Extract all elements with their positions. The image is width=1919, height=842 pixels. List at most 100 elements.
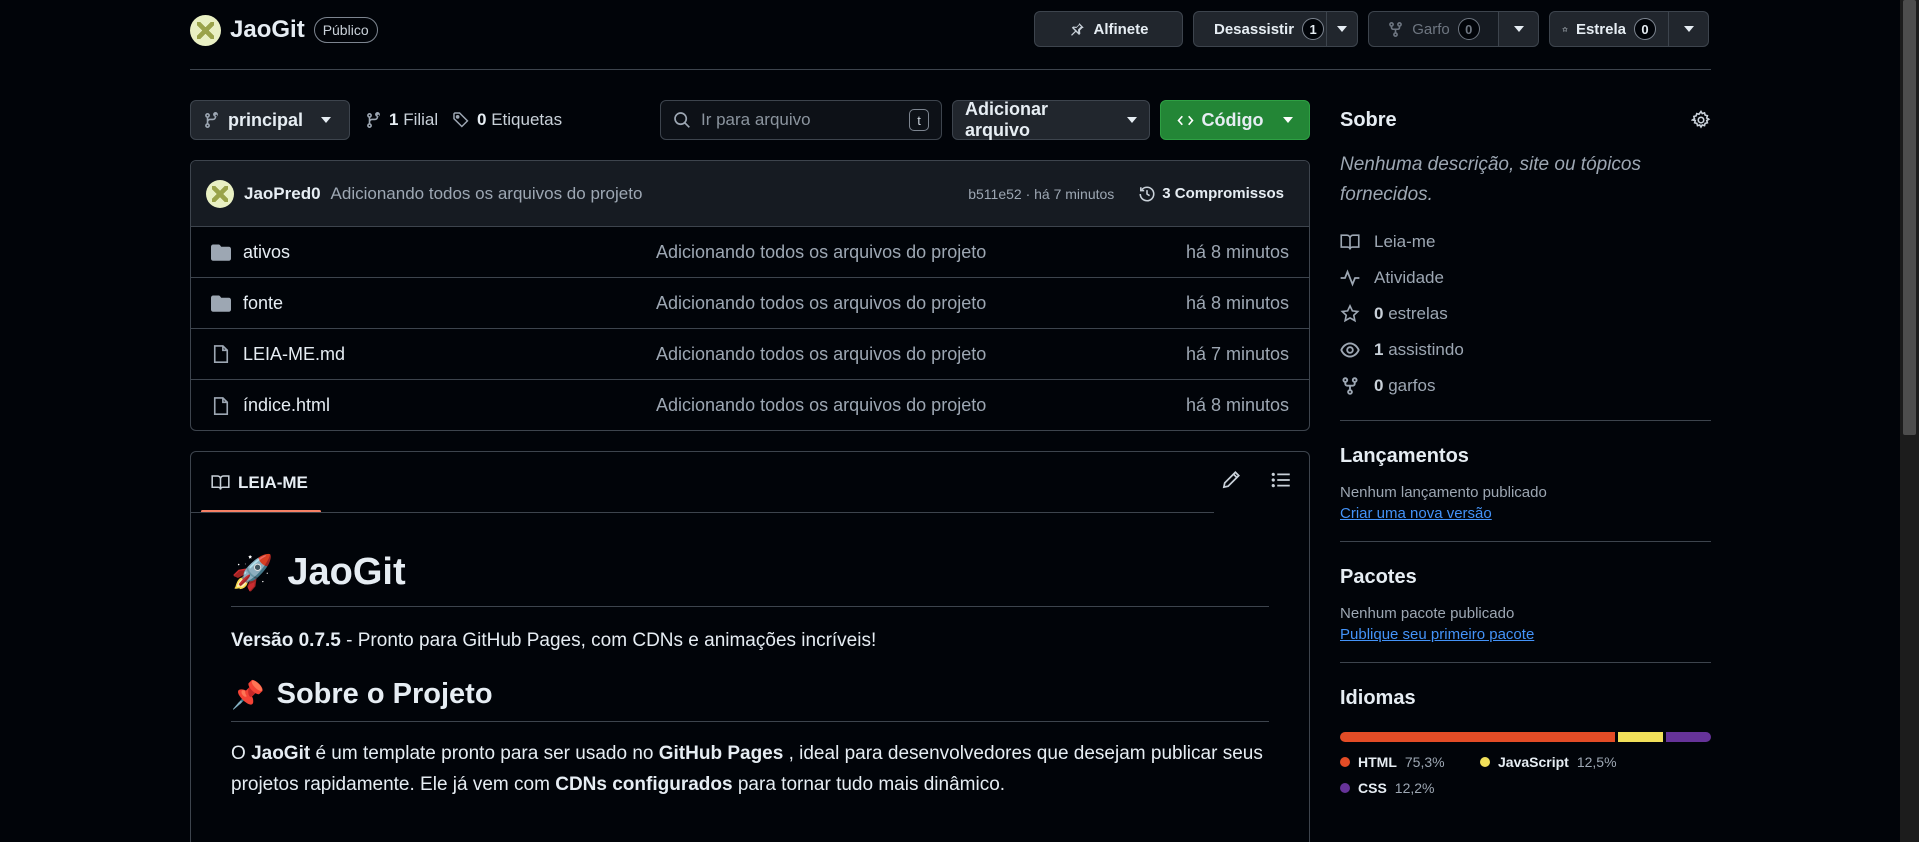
language-item[interactable]: JavaScript 12,5% [1480,754,1660,770]
activity-link-label: Atividade [1374,268,1444,287]
watch-button[interactable]: Desassistir 1 [1193,11,1327,47]
star-button[interactable]: Estrela 0 [1549,11,1669,47]
readme-content: 🚀 JaoGit Versão 0.7.5 - Pronto para GitH… [191,551,1309,800]
branches-link[interactable]: 1 Filial [365,100,438,140]
add-file-button[interactable]: Adicionar arquivo [952,99,1150,140]
activity-link[interactable]: Atividade [1340,260,1711,296]
about-description: Nenhuma descrição, site ou tópicos forne… [1340,154,1641,205]
gear-icon[interactable] [1691,110,1711,130]
tag-icon [453,112,469,128]
file-commit-message[interactable]: Adicionando todos os arquivos do projeto [656,242,1186,263]
search-icon [674,112,690,128]
language-bar-segment [1666,732,1711,742]
section-heading-text: Sobre o Projeto [276,678,493,710]
language-name: HTML [1358,754,1397,770]
fork-group: Garfo 0 [1368,11,1539,47]
languages-bar [1340,732,1711,742]
language-percent: 12,5% [1576,754,1617,770]
stars-link[interactable]: 0 estrelas [1340,296,1711,332]
commit-message[interactable]: Adicionando todos os arquivos do projeto [331,184,959,204]
vertical-scrollbar[interactable] [1900,0,1919,842]
readme-tab[interactable]: LEIA-ME [201,452,321,513]
fork-icon [1342,377,1358,395]
language-item[interactable]: HTML 75,3% [1340,754,1480,770]
scrollbar-thumb[interactable] [1903,0,1916,435]
commit-author[interactable]: JaoPred0 [244,184,321,204]
file-commit-message[interactable]: Adicionando todos os arquivos do projeto [656,293,1186,314]
chevron-down-icon [1127,117,1137,123]
file-name[interactable]: índice.html [243,395,656,416]
fork-icon [1389,21,1403,37]
language-name: CSS [1358,780,1387,796]
file-name[interactable]: LEIA-ME.md [243,344,656,365]
create-release-link[interactable]: Criar uma nova versão [1340,505,1492,522]
language-color-dot [1340,757,1350,767]
star-count: 0 [1634,18,1656,40]
add-file-label: Adicionar arquivo [965,99,1049,140]
chevron-down-icon [1283,117,1294,123]
star-dropdown-button[interactable] [1669,11,1709,47]
branch-select-button[interactable]: principal [190,100,350,140]
latest-commit-row: JaoPred0 Adicionando todos os arquivos d… [191,161,1309,227]
fork-button[interactable]: Garfo 0 [1368,11,1499,47]
owner-avatar[interactable] [190,14,221,46]
chevron-down-icon [1683,26,1694,32]
fork-dropdown-button[interactable] [1499,11,1539,47]
repo-name[interactable]: JaoGit [230,16,305,44]
languages-title: Idiomas [1340,687,1416,709]
branch-icon [367,111,380,128]
language-percent: 75,3% [1404,754,1445,770]
table-row[interactable]: ativos Adicionando todos os arquivos do p… [191,227,1309,278]
releases-title[interactable]: Lançamentos [1340,445,1711,468]
pencil-icon[interactable] [1221,470,1241,490]
pin-button[interactable]: Alfinete [1034,11,1183,47]
table-row[interactable]: LEIA-ME.md Adicionando todos os arquivos … [191,329,1309,380]
branch-icon [205,111,218,128]
code-icon [1176,115,1194,125]
watch-count: 1 [1302,18,1325,40]
search-placeholder: Ir para arquivo [701,110,811,129]
version-text: Versão 0.7.5 [231,630,341,651]
chevron-down-icon [1337,26,1347,32]
readme-link[interactable]: Leia-me [1340,224,1711,260]
language-name: JavaScript [1498,754,1569,770]
commit-hash-time[interactable]: b511e52 · há 7 minutos [968,186,1114,202]
text-segment: O [231,743,252,764]
forks-link[interactable]: 0 garfos [1340,368,1711,404]
watchers-link[interactable]: 1 assistindo [1340,332,1711,368]
packages-title[interactable]: Pacotes [1340,566,1711,589]
readme-panel: LEIA-ME 🚀 JaoGit Versão 0.7.5 - Pronto p… [190,451,1310,842]
languages-section: Idiomas HTML 75,3% JavaScript 12,5% CSS 12,2% [1340,663,1711,796]
tags-link[interactable]: 0 Etiquetas [452,100,562,140]
language-item[interactable]: CSS 12,2% [1340,780,1480,796]
branches-count: 1 [389,110,399,129]
book-icon [1340,234,1360,250]
code-button[interactable]: Código [1160,100,1310,140]
language-percent: 12,2% [1394,780,1435,796]
language-bar-segment [1617,732,1664,742]
avatar[interactable] [206,179,234,208]
file-commit-message[interactable]: Adicionando todos os arquivos do projeto [656,344,1186,365]
file-name[interactable]: ativos [243,242,656,263]
list-outline-icon[interactable] [1271,470,1291,490]
fork-label: Garfo [1412,20,1450,38]
commits-history-link[interactable]: 3 Compromissos [1138,185,1284,203]
eye-icon [1340,342,1360,358]
file-commit-message[interactable]: Adicionando todos os arquivos do projeto [656,395,1186,416]
language-color-dot [1340,783,1350,793]
table-row[interactable]: fonte Adicionando todos os arquivos do pr… [191,278,1309,329]
pulse-icon [1340,269,1360,287]
go-to-file-search[interactable]: Ir para arquivo t [660,100,942,140]
book-icon [211,475,230,490]
repo-sidebar: Sobre Nenhuma descrição, site ou tópicos… [1340,100,1711,796]
publish-package-link[interactable]: Publique seu primeiro pacote [1340,626,1534,643]
packages-section: Pacotes Nenhum pacote publicado Publique… [1340,542,1711,662]
text-bold: JaoGit [251,743,311,764]
languages-legend: HTML 75,3% JavaScript 12,5% CSS 12,2% [1340,754,1711,796]
file-icon [213,396,229,415]
file-list: ativos Adicionando todos os arquivos do p… [191,227,1309,430]
file-name[interactable]: fonte [243,293,656,314]
watch-dropdown-button[interactable] [1327,11,1358,47]
pin-label: Alfinete [1093,20,1149,38]
table-row[interactable]: índice.html Adicionando todos os arquivos… [191,380,1309,430]
